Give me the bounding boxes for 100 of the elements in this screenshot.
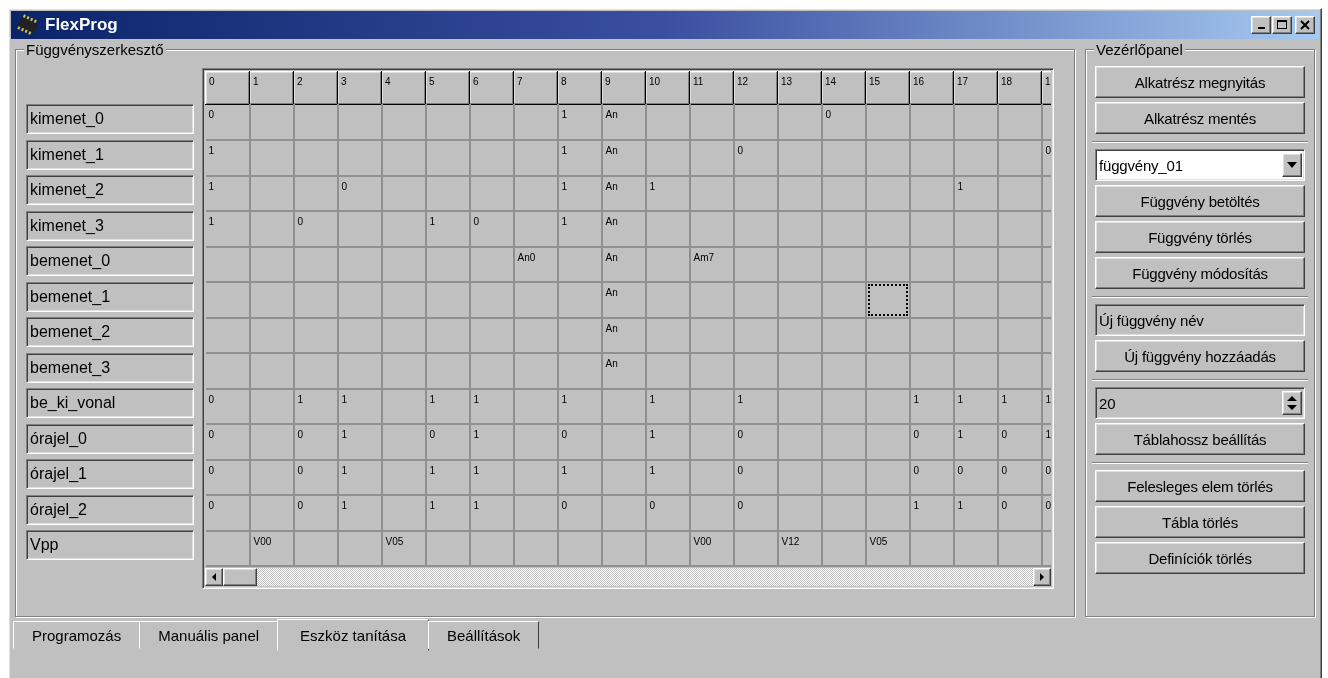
panel-button[interactable]: Tábla törlés [1095,506,1305,538]
table-cell[interactable]: 0 [337,175,382,211]
table-cell[interactable]: 1 [425,459,470,495]
table-cell[interactable]: V00 [689,530,734,566]
table-cell[interactable]: 0 [1041,459,1051,495]
table-cell[interactable]: 1 [645,175,690,211]
table-cell[interactable]: 0 [645,495,690,531]
length-spin-field[interactable]: 20 [1095,387,1305,419]
column-header[interactable]: 11 [689,71,734,105]
table-cell[interactable]: Am7 [689,246,734,282]
scrollbar-thumb[interactable] [223,568,257,586]
table-cell[interactable]: 1 [205,140,250,176]
scroll-left-button[interactable] [205,568,223,586]
table-cell[interactable]: 1 [469,459,514,495]
column-header[interactable]: 5 [425,71,470,105]
maximize-button[interactable] [1272,16,1292,34]
column-header[interactable]: 10 [645,71,690,105]
table-cell[interactable]: 1 [469,424,514,460]
table-cell[interactable]: 1 [557,140,602,176]
table-cell[interactable]: An [601,246,646,282]
table-cell[interactable]: 0 [997,424,1042,460]
panel-button[interactable]: Alkatrész megnyitás [1095,66,1305,98]
table-cell[interactable]: 0 [997,495,1042,531]
table-cell[interactable]: 1 [557,104,602,140]
table-cell[interactable]: 1 [909,495,954,531]
panel-button[interactable]: Felesleges elem törlés [1095,470,1305,502]
table-cell[interactable]: 0 [293,459,338,495]
column-header[interactable]: 1 [249,71,294,105]
table-cell[interactable]: 0 [557,424,602,460]
table-cell[interactable]: An [601,175,646,211]
table-cell[interactable]: 0 [293,495,338,531]
table-cell[interactable]: 1 [469,388,514,424]
close-button[interactable] [1295,16,1315,34]
table-cell[interactable]: 0 [909,459,954,495]
table-cell[interactable]: 1 [953,388,998,424]
table-cell[interactable]: 0 [293,211,338,247]
panel-button[interactable]: Alkatrész mentés [1095,102,1305,134]
table-cell[interactable]: V00 [249,530,294,566]
table-cell[interactable]: 1 [205,211,250,247]
table-cell[interactable]: 0 [733,140,778,176]
table-cell[interactable]: An [601,211,646,247]
column-header[interactable]: 8 [557,71,602,105]
tab[interactable]: Programozás [13,621,141,649]
table-cell[interactable]: 1 [733,388,778,424]
table-cell[interactable]: An [601,140,646,176]
table-cell[interactable]: An [601,317,646,353]
table-cell[interactable]: 0 [293,424,338,460]
column-header[interactable]: 0 [205,71,250,105]
column-header[interactable]: 15 [865,71,910,105]
table-cell[interactable]: 0 [469,211,514,247]
table-cell[interactable]: V12 [777,530,822,566]
column-header[interactable]: 4 [381,71,426,105]
table-cell[interactable]: 1 [557,211,602,247]
table-cell[interactable]: 1 [425,388,470,424]
table-cell[interactable]: 0 [205,104,250,140]
table-cell[interactable]: An0 [513,246,558,282]
table-cell[interactable]: 0 [953,459,998,495]
table-cell[interactable]: 1 [337,459,382,495]
table-cell[interactable]: 1 [645,388,690,424]
table-cell[interactable]: 1 [293,388,338,424]
column-header[interactable]: 14 [821,71,866,105]
table-cell[interactable]: 0 [205,388,250,424]
focused-cell[interactable] [865,282,910,318]
panel-button[interactable]: Függvény törlés [1095,221,1305,253]
table-cell[interactable]: 0 [821,104,866,140]
table-cell[interactable]: 1 [337,495,382,531]
tab[interactable]: Manuális panel [139,621,279,649]
table-cell[interactable]: 1 [645,424,690,460]
table-cell[interactable]: V05 [381,530,426,566]
table-cell[interactable]: An [601,104,646,140]
table-cell[interactable]: 1 [425,211,470,247]
table-cell[interactable]: 1 [469,495,514,531]
tab[interactable]: Beállítások [428,621,540,649]
table-cell[interactable]: 1 [425,495,470,531]
table-cell[interactable]: 1 [205,175,250,211]
table-cell[interactable]: 0 [557,495,602,531]
column-header[interactable]: 3 [337,71,382,105]
table-cell[interactable]: 0 [733,495,778,531]
table-cell[interactable]: 1 [1041,424,1051,460]
table-cell[interactable]: 0 [1041,495,1051,531]
table-cell[interactable]: 1 [557,388,602,424]
table-cell[interactable]: V05 [865,530,910,566]
table-cell[interactable]: 0 [733,459,778,495]
table-cell[interactable]: 1 [557,175,602,211]
table-cell[interactable]: 0 [997,459,1042,495]
name-field[interactable]: Új függvény név [1095,304,1305,336]
table-cell[interactable]: 1 [337,424,382,460]
table-cell[interactable]: 0 [733,424,778,460]
column-header[interactable]: 9 [601,71,646,105]
minimize-button[interactable] [1251,16,1271,34]
table-cell[interactable]: 0 [425,424,470,460]
column-header[interactable]: 13 [777,71,822,105]
table-cell[interactable]: 0 [205,424,250,460]
column-header[interactable]: 17 [953,71,998,105]
panel-button[interactable]: Táblahossz beállítás [1095,423,1305,455]
column-header[interactable]: 12 [733,71,778,105]
table-cell[interactable]: An [601,353,646,389]
tab[interactable]: Eszköz tanítása [277,619,429,651]
column-header[interactable]: 1 [1041,71,1051,105]
table-cell[interactable]: 1 [953,424,998,460]
